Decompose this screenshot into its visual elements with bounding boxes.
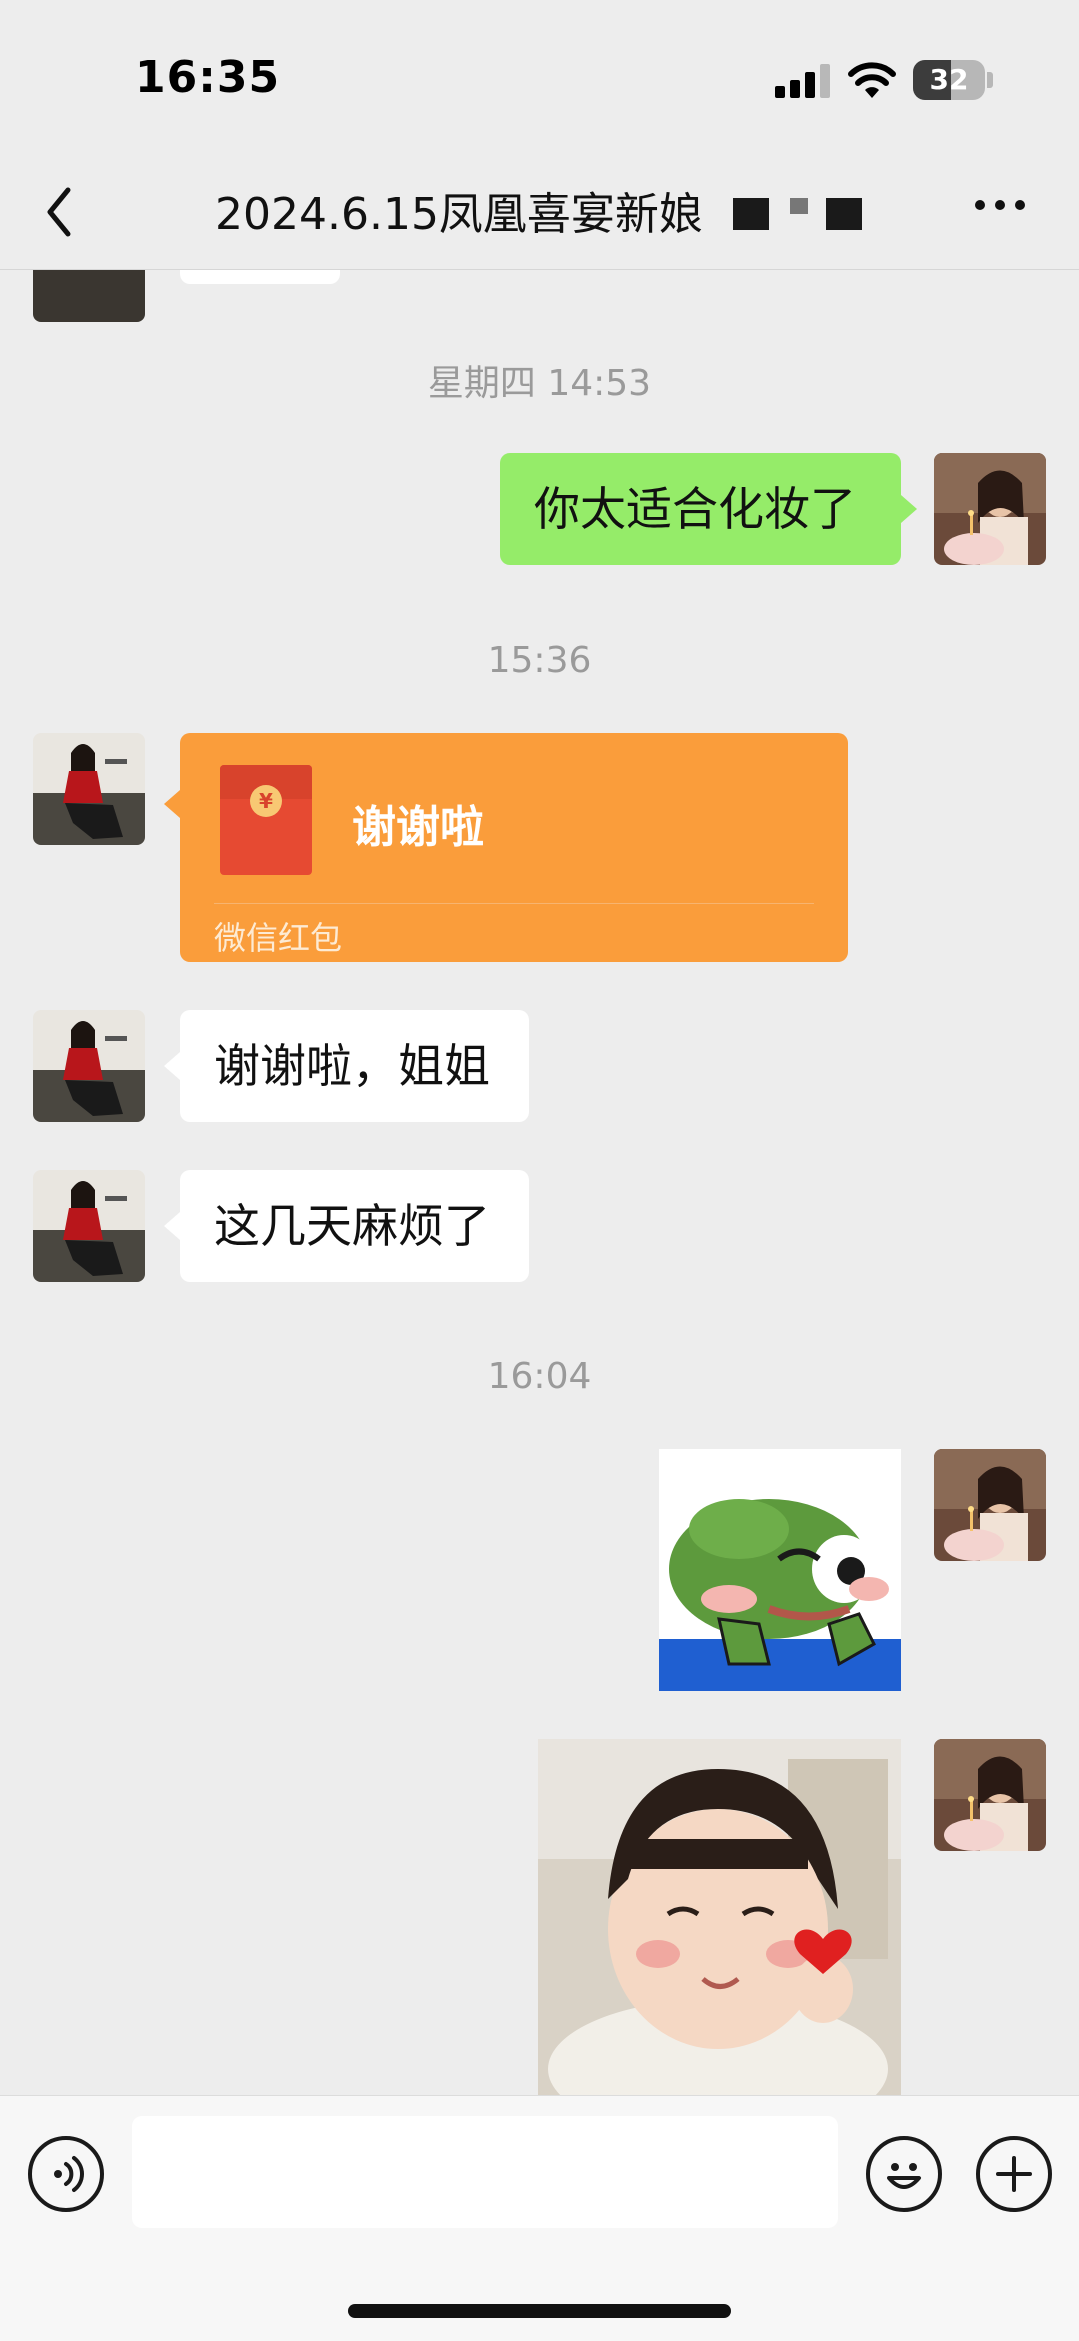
- status-bar: 16:35 32: [0, 0, 1079, 160]
- chat-screen: 16:35 32 2024.6.15凤凰喜宴新娘 星期四 14:53 你太适合化…: [0, 0, 1079, 2341]
- plus-button[interactable]: [976, 2136, 1052, 2212]
- battery-level: 32: [929, 63, 969, 96]
- emoji-icon: [887, 2163, 921, 2189]
- emoji-button[interactable]: [866, 2136, 942, 2212]
- battery-icon: 32: [913, 60, 985, 100]
- more-icon[interactable]: [975, 200, 1027, 214]
- avatar-me[interactable]: [934, 1739, 1046, 1851]
- censor-block: [790, 198, 808, 214]
- avatar-contact[interactable]: [33, 270, 145, 322]
- avatar-contact[interactable]: [33, 733, 145, 845]
- signal-icon: [775, 62, 835, 98]
- home-indicator[interactable]: [348, 2304, 731, 2318]
- red-packet[interactable]: ¥ 谢谢啦 微信红包: [180, 733, 848, 962]
- red-packet-footer: 微信红包: [214, 919, 343, 957]
- red-packet-label: 谢谢啦: [352, 802, 484, 853]
- avatar-contact[interactable]: [33, 1170, 145, 1282]
- message-bubble-sent[interactable]: 你太适合化妆了: [500, 453, 901, 565]
- censor-block: [733, 198, 769, 230]
- timestamp: 星期四 14:53: [427, 363, 652, 404]
- red-packet-icon: ¥: [220, 765, 312, 875]
- censor-block: [826, 198, 862, 230]
- message-list[interactable]: 星期四 14:53 你太适合化妆了 15:36 ¥ 谢谢啦 微信红包 谢谢啦，姐…: [0, 270, 1079, 2095]
- sticker-frog[interactable]: [659, 1449, 901, 1691]
- plus-icon: [996, 2156, 1032, 2192]
- message-bubble-received[interactable]: 谢谢啦，姐姐: [180, 1010, 529, 1122]
- timestamp: 16:04: [487, 1356, 592, 1397]
- avatar-me[interactable]: [934, 1449, 1046, 1561]
- nav-bar: 2024.6.15凤凰喜宴新娘: [0, 160, 1079, 270]
- input-bar: [0, 2095, 1079, 2341]
- back-icon[interactable]: [40, 182, 80, 242]
- avatar-me[interactable]: [934, 453, 1046, 565]
- timestamp: 15:36: [487, 640, 592, 681]
- wifi-icon: [848, 62, 896, 98]
- sticker-child[interactable]: [538, 1739, 901, 2095]
- avatar-contact[interactable]: [33, 1010, 145, 1122]
- voice-button[interactable]: [28, 2136, 104, 2212]
- message-bubble-received[interactable]: 这几天麻烦了: [180, 1170, 529, 1282]
- coin-icon: ¥: [250, 785, 282, 817]
- voice-icon: [54, 2156, 84, 2192]
- partial-bubble: [180, 270, 340, 284]
- message-input[interactable]: [132, 2116, 838, 2228]
- status-time: 16:35: [135, 52, 281, 103]
